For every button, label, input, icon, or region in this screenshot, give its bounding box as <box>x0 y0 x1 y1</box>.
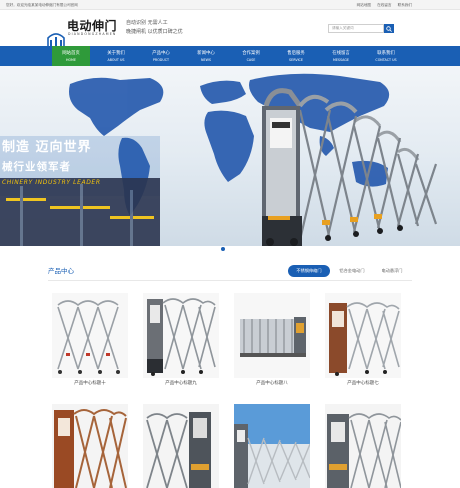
slogan-line-2: 晚捷闸机 以优质口碑之优 <box>126 29 183 35</box>
banner-tagline: CHINERY INDUSTRY LEADER <box>2 179 101 186</box>
nav-sublabel: CASE <box>246 58 256 62</box>
product-card[interactable] <box>143 404 219 488</box>
main-nav: 网站首页 HOME 关于我们 ABOUT US 产品中心 PRODUCT 新闻中… <box>0 46 460 66</box>
retractable-gate-image <box>143 293 219 378</box>
product-card[interactable]: 产品中心标题十 <box>52 293 128 393</box>
carousel-dot-active[interactable] <box>221 247 225 251</box>
product-card[interactable] <box>52 404 128 488</box>
contact-link[interactable]: 联系我们 <box>398 3 412 7</box>
nav-item-product[interactable]: 产品中心 PRODUCT <box>142 46 180 66</box>
banner-subheadline: 械行业领军者 <box>2 161 71 173</box>
search-icon <box>386 25 392 32</box>
retractable-gate-image <box>52 293 128 378</box>
product-caption[interactable]: 产品中心标题八 <box>234 380 310 386</box>
welcome-text: 您好，欢迎光临某某电动伸缩门有限公司官网 <box>6 3 78 7</box>
logo-subtitle: DIANDONGZHAMEN <box>68 32 117 36</box>
product-caption[interactable]: 产品中心标题十 <box>52 380 128 386</box>
nav-label: 新闻中心 <box>197 51 215 56</box>
product-card[interactable] <box>234 404 310 488</box>
nav-label: 在线留言 <box>332 51 350 56</box>
retractable-gate-image <box>143 404 219 488</box>
nav-sublabel: HOME <box>65 58 76 62</box>
nav-sublabel: MESSAGE <box>332 58 349 62</box>
nav-item-case[interactable]: 合作案例 CASE <box>232 46 270 66</box>
carousel-dot[interactable] <box>214 247 218 251</box>
message-link[interactable]: 在线留言 <box>377 3 391 7</box>
retractable-gate-image <box>52 404 128 488</box>
nav-label: 售后服务 <box>287 51 305 56</box>
nav-item-contact[interactable]: 联系我们 CONTACT US <box>367 46 405 66</box>
retractable-gate-image <box>234 404 310 488</box>
top-links: 网站地图 在线留言 联系我们 <box>352 0 412 10</box>
section-title: 产品中心 <box>48 267 74 275</box>
top-bar: 您好，欢迎光临某某电动伸缩门有限公司官网 网站地图 在线留言 联系我们 <box>0 0 460 10</box>
tab-aluminum-gate[interactable]: 铝合金电动门 <box>334 265 370 277</box>
nav-sublabel: ABOUT US <box>107 58 125 62</box>
hero-banner[interactable]: 制造 迈向世界 械行业领军者 CHINERY INDUSTRY LEADER <box>0 66 460 246</box>
nav-label: 关于我们 <box>107 51 125 56</box>
retractable-gate-image <box>325 404 401 488</box>
nav-sublabel: CONTACT US <box>375 58 397 62</box>
section-divider <box>48 280 412 281</box>
nav-sublabel: PRODUCT <box>152 58 170 62</box>
nav-item-message[interactable]: 在线留言 MESSAGE <box>322 46 360 66</box>
search-button[interactable] <box>384 24 394 33</box>
product-caption[interactable]: 产品中心标题九 <box>143 380 219 386</box>
nav-item-service[interactable]: 售后服务 SERVICE <box>277 46 315 66</box>
slogan-line-1: 自动识别 无需人工 <box>126 20 168 26</box>
nav-sublabel: NEWS <box>201 58 211 62</box>
product-card[interactable]: 产品中心标题九 <box>143 293 219 393</box>
nav-label: 产品中心 <box>152 51 170 56</box>
nav-item-home[interactable]: 网站首页 HOME <box>52 46 90 66</box>
product-card[interactable]: 产品中心标题七 <box>325 293 401 393</box>
banner-headline: 制造 迈向世界 <box>2 140 92 155</box>
nav-label: 合作案例 <box>242 51 260 56</box>
product-card[interactable] <box>325 404 401 488</box>
nav-item-about[interactable]: 关于我们 ABOUT US <box>97 46 135 66</box>
carousel-dots <box>214 236 228 255</box>
tab-suspension-gate[interactable]: 电动悬浮门 <box>374 265 410 277</box>
product-caption[interactable]: 产品中心标题七 <box>325 380 401 386</box>
tab-stainless-gate[interactable]: 不锈钢伸缩门 <box>288 265 330 277</box>
nav-label: 网站首页 <box>62 51 80 56</box>
retractable-gate-image <box>234 293 310 378</box>
nav-item-news[interactable]: 新闻中心 NEWS <box>187 46 225 66</box>
nav-sublabel: SERVICE <box>289 58 303 62</box>
logo-icon[interactable] <box>47 31 65 47</box>
retractable-gate-image <box>325 293 401 378</box>
sitemap-link[interactable]: 网站地图 <box>357 3 371 7</box>
nav-label: 联系我们 <box>377 51 395 56</box>
header-slogan: 自动识别 无需人工 晚捷闸机 以优质口碑之优 <box>126 19 183 37</box>
product-card[interactable]: 产品中心标题八 <box>234 293 310 393</box>
search-input[interactable]: 请输入关键词 <box>328 24 384 33</box>
world-map-image <box>0 73 438 246</box>
